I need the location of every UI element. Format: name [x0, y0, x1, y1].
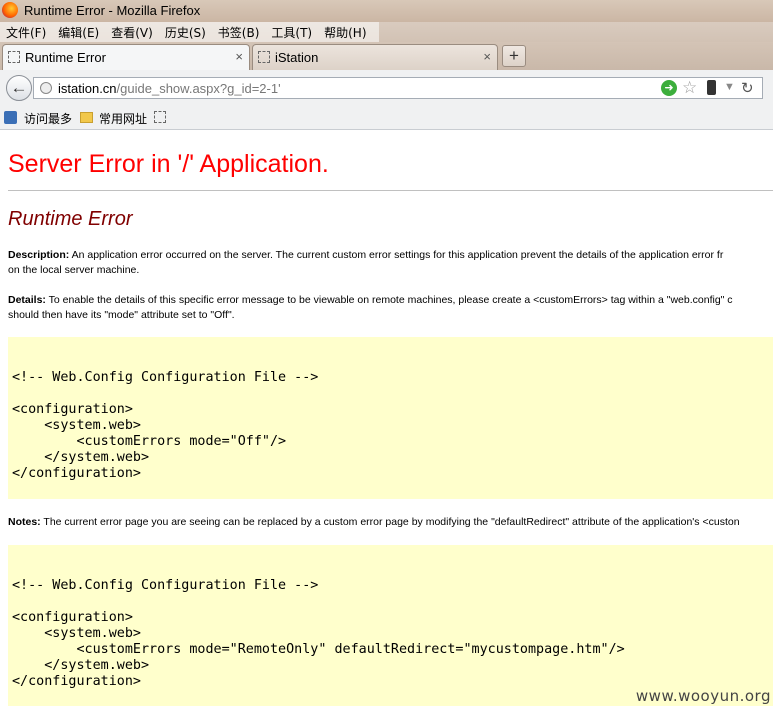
notes-text: The current error page you are seeing ca… — [40, 516, 740, 528]
firefox-logo-icon — [2, 2, 18, 18]
notes-label: Notes: — [8, 516, 41, 528]
window-titlebar[interactable]: Runtime Error - Mozilla Firefox — [0, 0, 773, 22]
code-block-config-off: <!-- Web.Config Configuration File --> <… — [8, 337, 773, 499]
site-identity-icon[interactable] — [40, 82, 52, 94]
tab-runtime-error[interactable]: Runtime Error × — [2, 44, 250, 70]
error-subtitle: Runtime Error — [8, 208, 133, 230]
page-favicon-icon — [258, 51, 270, 63]
code-text: <!-- Web.Config Configuration File --> <… — [12, 370, 319, 481]
description-text-continued: on the local server machine. — [8, 264, 140, 276]
new-tab-button[interactable]: + — [502, 45, 526, 67]
notes-paragraph: Notes: The current error page you are se… — [8, 515, 740, 530]
description-paragraph: Description: An application error occurr… — [8, 248, 723, 278]
navigation-bar: ← istation.cn/guide_show.aspx?g_id=2-1' … — [0, 70, 773, 106]
reload-icon[interactable]: ↻ — [741, 79, 754, 97]
bookmark-common-sites[interactable]: 常用网址 — [99, 110, 147, 127]
folder-icon — [80, 112, 93, 123]
menu-file[interactable]: 文件(F) — [0, 22, 52, 42]
url-host: istation.cn — [58, 81, 117, 96]
url-text[interactable]: istation.cn/guide_show.aspx?g_id=2-1' — [58, 81, 281, 96]
page-title: Server Error in '/' Application. — [8, 150, 329, 178]
url-path: /guide_show.aspx?g_id=2-1' — [116, 81, 281, 96]
bookmarks-toolbar: 访问最多 常用网址 — [0, 106, 773, 130]
menu-bookmarks[interactable]: 书签(B) — [212, 22, 266, 42]
page-favicon-icon — [8, 51, 20, 63]
tab-label: Runtime Error — [25, 50, 106, 65]
details-label: Details: — [8, 294, 46, 306]
divider — [8, 190, 773, 191]
menu-edit[interactable]: 编辑(E) — [52, 22, 105, 42]
back-arrow-icon[interactable]: ← — [6, 75, 32, 101]
description-text: An application error occurred on the ser… — [69, 249, 724, 261]
chevron-down-icon[interactable]: ▼ — [724, 81, 735, 93]
menu-history[interactable]: 历史(S) — [159, 22, 212, 42]
window-title: Runtime Error - Mozilla Firefox — [24, 3, 201, 18]
menu-view[interactable]: 查看(V) — [105, 22, 159, 42]
close-tab-icon[interactable]: × — [235, 49, 243, 64]
most-visited-icon — [4, 111, 17, 124]
tab-istation[interactable]: iStation × — [252, 44, 498, 70]
close-tab-icon[interactable]: × — [483, 49, 491, 64]
details-text: To enable the details of this specific e… — [45, 294, 733, 306]
mobile-device-icon[interactable] — [707, 80, 716, 95]
details-text-continued: should then have its "mode" attribute se… — [8, 309, 235, 321]
menu-help[interactable]: 帮助(H) — [318, 22, 372, 42]
tab-label: iStation — [275, 50, 319, 65]
watermark: www.wooyun.org — [635, 687, 771, 705]
code-text: <!-- Web.Config Configuration File --> <… — [12, 578, 625, 689]
star-icon[interactable]: ☆ — [682, 78, 697, 98]
menu-tools[interactable]: 工具(T) — [265, 22, 318, 42]
go-arrow-icon[interactable]: ➜ — [661, 80, 677, 96]
menu-bar: 文件(F) 编辑(E) 查看(V) 历史(S) 书签(B) 工具(T) 帮助(H… — [0, 22, 773, 42]
page-content: Server Error in '/' Application. Runtime… — [0, 130, 773, 706]
url-bar[interactable]: istation.cn/guide_show.aspx?g_id=2-1' ➜ … — [33, 77, 763, 99]
bookmark-most-visited[interactable]: 访问最多 — [24, 110, 72, 127]
code-block-config-remoteonly: <!-- Web.Config Configuration File --> <… — [8, 545, 773, 706]
details-paragraph: Details: To enable the details of this s… — [8, 293, 733, 323]
bookmark-placeholder-icon[interactable] — [154, 111, 166, 123]
tab-strip: Runtime Error × iStation × + — [0, 42, 773, 70]
description-label: Description: — [8, 249, 70, 261]
